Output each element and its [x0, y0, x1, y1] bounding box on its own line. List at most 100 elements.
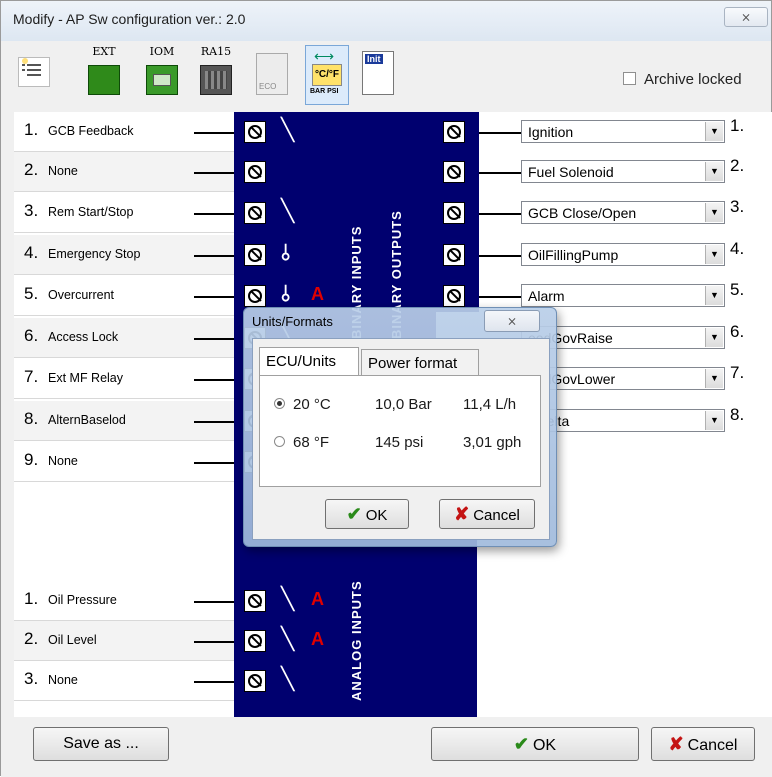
analog-input-row[interactable]: 2. Oil Level — [14, 621, 236, 661]
output-function-select[interactable]: GCB Close/Open ▼ — [521, 201, 725, 224]
properties-tool-button[interactable] — [15, 49, 53, 111]
chevron-down-icon[interactable]: ▼ — [705, 328, 723, 347]
ext-tool-button[interactable]: EXT — [85, 45, 123, 107]
eco-tool-button[interactable]: ECO — [253, 45, 291, 107]
chevron-down-icon[interactable]: ▼ — [705, 203, 723, 222]
input-config-icon[interactable] — [244, 285, 266, 307]
output-function-select[interactable]: Ignition ▼ — [521, 120, 725, 143]
unit-option-metric[interactable]: 20 °C 10,0 Bar 11,4 L/h — [274, 396, 516, 413]
input-config-icon[interactable] — [244, 121, 266, 143]
input-name: Rem Start/Stop — [48, 205, 134, 219]
row-number: 3. — [24, 201, 39, 220]
binary-input-row[interactable]: 5. Overcurrent — [14, 276, 236, 316]
output-function-select[interactable]: OilFillingPump ▼ — [521, 243, 725, 266]
output-config-icon[interactable] — [443, 285, 465, 307]
binary-input-row[interactable]: 8. AlternBaselod — [14, 401, 236, 441]
check-icon: ✔ — [346, 504, 362, 524]
binary-input-row[interactable]: 4. Emergency Stop — [14, 235, 236, 275]
input-config-icon[interactable] — [244, 161, 266, 183]
title-bar: Modify - AP Sw configuration ver.: 2.0 ⨯ — [1, 1, 771, 41]
output-config-icon[interactable] — [443, 244, 465, 266]
binary-input-row[interactable]: 9. None — [14, 442, 236, 482]
output-config-icon[interactable] — [443, 161, 465, 183]
prohibit-icon — [248, 634, 262, 648]
input-name: Emergency Stop — [48, 247, 141, 261]
connector-line — [194, 172, 236, 174]
chevron-down-icon[interactable]: ▼ — [705, 162, 723, 181]
connector-line — [479, 255, 521, 257]
input-name: AlternBaselod — [48, 413, 126, 427]
prohibit-icon — [248, 125, 262, 139]
input-config-icon[interactable] — [244, 202, 266, 224]
output-function-select[interactable]: Alarm ▼ — [521, 284, 725, 307]
cancel-button[interactable]: ✘ Cancel — [651, 727, 755, 761]
iom-tool-button[interactable]: IOM — [143, 45, 181, 107]
init-label: Init — [365, 54, 383, 64]
binary-input-row[interactable]: 2. None — [14, 152, 236, 192]
prohibit-icon — [447, 206, 461, 220]
chevron-down-icon[interactable]: ▼ — [705, 286, 723, 305]
init-tool-button[interactable]: Init — [359, 45, 397, 107]
analog-config-icon[interactable] — [244, 630, 266, 652]
ok-button[interactable]: ✔ OK — [431, 727, 639, 761]
row-number: 1. — [24, 120, 39, 139]
temp-imperial: 68 °F — [293, 434, 330, 451]
archive-locked-checkbox[interactable]: Archive locked — [623, 71, 742, 88]
tab-ecu-units[interactable]: ECU/Units — [259, 347, 359, 375]
connector-line — [194, 379, 236, 381]
row-number: 6. — [24, 326, 39, 345]
input-name: None — [48, 454, 78, 468]
input-name: Access Lock — [48, 330, 119, 344]
checkbox-box[interactable] — [623, 72, 636, 85]
switch-open-icon: ╲ — [281, 118, 295, 143]
eco-module-icon: ECO — [256, 53, 288, 95]
eco-label: ECO — [259, 82, 277, 91]
dialog-cancel-button[interactable]: ✘ Cancel — [439, 499, 535, 529]
check-icon: ✔ — [513, 734, 529, 754]
prohibit-icon — [248, 248, 262, 262]
flow-metric: 11,4 L/h — [463, 396, 517, 413]
chevron-down-icon[interactable]: ▼ — [705, 245, 723, 264]
dialog-ok-button[interactable]: ✔ OK — [325, 499, 409, 529]
analog-input-row[interactable]: 3. None — [14, 661, 236, 701]
output-config-icon[interactable] — [443, 202, 465, 224]
init-document-icon: Init — [362, 51, 394, 95]
binary-output-row: OilFillingPump ▼ 4. — [479, 235, 771, 275]
units-formats-tool-button[interactable]: ⟷ °C/°F BAR PSI — [305, 45, 349, 105]
unit-option-imperial[interactable]: 68 °F 145 psi 3,01 gph — [274, 434, 521, 451]
radio-metric[interactable] — [274, 398, 285, 409]
switch-open-icon: ╲ — [281, 627, 295, 652]
binary-output-row: Fuel Solenoid ▼ 2. — [479, 152, 771, 192]
radio-imperial[interactable] — [274, 436, 285, 447]
tab-power-format[interactable]: Power format — [361, 349, 479, 375]
output-config-icon[interactable] — [443, 121, 465, 143]
row-number: 3. — [24, 669, 39, 688]
input-name: GCB Feedback — [48, 124, 134, 138]
analog-config-icon[interactable] — [244, 670, 266, 692]
chevron-down-icon[interactable]: ▼ — [705, 411, 723, 430]
flow-imperial: 3,01 gph — [463, 434, 522, 451]
row-number: 5. — [24, 284, 39, 303]
row-number: 6. — [730, 322, 745, 341]
binary-input-row[interactable]: 6. Access Lock — [14, 318, 236, 358]
chevron-down-icon[interactable]: ▼ — [705, 369, 723, 388]
window-close-button[interactable]: ⨯ — [724, 7, 768, 27]
output-function-select[interactable]: Fuel Solenoid ▼ — [521, 160, 725, 183]
row-number: 2. — [730, 156, 745, 175]
switch-break-icon: ⫰ — [281, 241, 291, 266]
input-config-icon[interactable] — [244, 244, 266, 266]
binary-input-row[interactable]: 3. Rem Start/Stop — [14, 193, 236, 233]
save-as-button[interactable]: Save as ... — [33, 727, 169, 761]
switch-open-icon: ╲ — [281, 199, 295, 224]
binary-input-row[interactable]: 7. Ext MF Relay — [14, 359, 236, 399]
analog-config-icon[interactable] — [244, 590, 266, 612]
binary-input-row[interactable]: 1. GCB Feedback — [14, 112, 236, 152]
dialog-close-button[interactable]: ⨯ — [484, 310, 540, 332]
row-number: 4. — [24, 243, 39, 262]
ra15-tool-button[interactable]: RA15 — [197, 45, 235, 107]
connector-line — [194, 296, 236, 298]
connector-line — [194, 338, 236, 340]
analog-input-row[interactable]: 1. Oil Pressure — [14, 581, 236, 621]
chevron-down-icon[interactable]: ▼ — [705, 122, 723, 141]
iom-module-icon — [146, 65, 178, 95]
